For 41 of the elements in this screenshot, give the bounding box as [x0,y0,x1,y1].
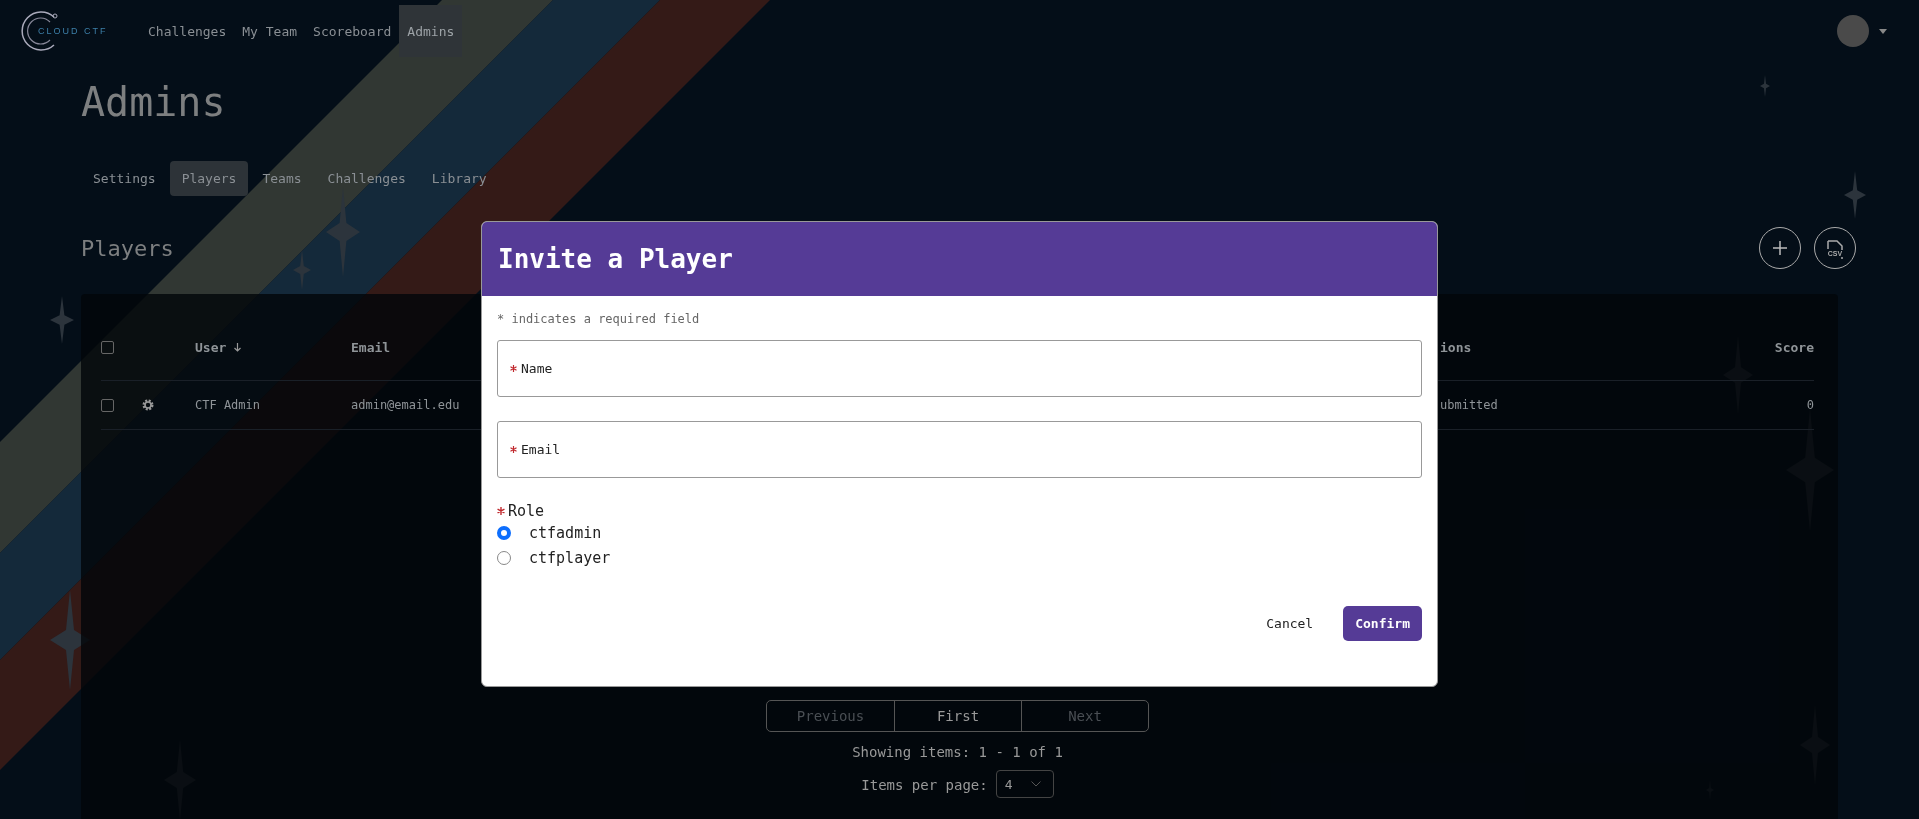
admin-tab[interactable]: Library [419,161,499,196]
items-per-page-label: Items per page: [861,777,988,793]
nav-link[interactable]: My Team [234,5,306,57]
plus-icon [1773,241,1787,255]
select-all-checkbox[interactable] [101,340,114,354]
text-input-field[interactable]: Email [497,421,1422,478]
sort-arrow-icon [234,342,242,352]
radio-button[interactable] [497,525,511,540]
admin-tab[interactable]: Settings [81,161,168,196]
required-hint: * indicates a required field [497,312,701,326]
radio-option-label[interactable]: ctfplayer [529,548,611,567]
nav-link[interactable]: Challenges [140,5,235,57]
admin-tab[interactable]: Challenges [315,161,418,196]
radio-option-label[interactable]: ctfadmin [529,523,602,542]
page-title: Admins [81,78,226,127]
cancel-button[interactable]: Cancel [1254,606,1326,641]
caret-icon[interactable] [1879,28,1887,34]
column-header[interactable]: ions [1440,339,1734,355]
score-cell-text: 0 [1805,398,1814,412]
confirm-button[interactable]: Confirm [1343,606,1422,641]
nav-link[interactable]: Scoreboard [305,5,400,57]
role-label: Role [508,502,545,520]
status-cell-text: ubmitted [1440,398,1499,412]
column-header[interactable]: Score [1734,339,1814,355]
admin-tab[interactable]: Teams [250,161,314,196]
email-cell-text: admin@email.edu [351,398,461,412]
row-checkbox[interactable] [101,398,114,412]
pagination-button[interactable]: First [894,701,1021,731]
logo-text[interactable]: CLOUD CTF [38,26,122,36]
dialog-title: Invite a Player [498,244,733,274]
nav-link[interactable]: Admins [399,5,463,57]
section-title: Players [81,235,174,261]
settings-icon[interactable] [141,398,155,412]
column-header[interactable]: User [195,339,351,355]
user-cell-text: CTF Admin [195,398,262,412]
file-icon [1827,239,1843,260]
items-per-page-select[interactable]: 4 [995,770,1054,798]
admin-tab[interactable]: Players [169,161,249,196]
items-summary: Showing items: 1 - 1 of 1 [852,744,1063,760]
text-input-field[interactable]: Name [497,340,1422,397]
chevron-down-icon [1030,781,1041,787]
